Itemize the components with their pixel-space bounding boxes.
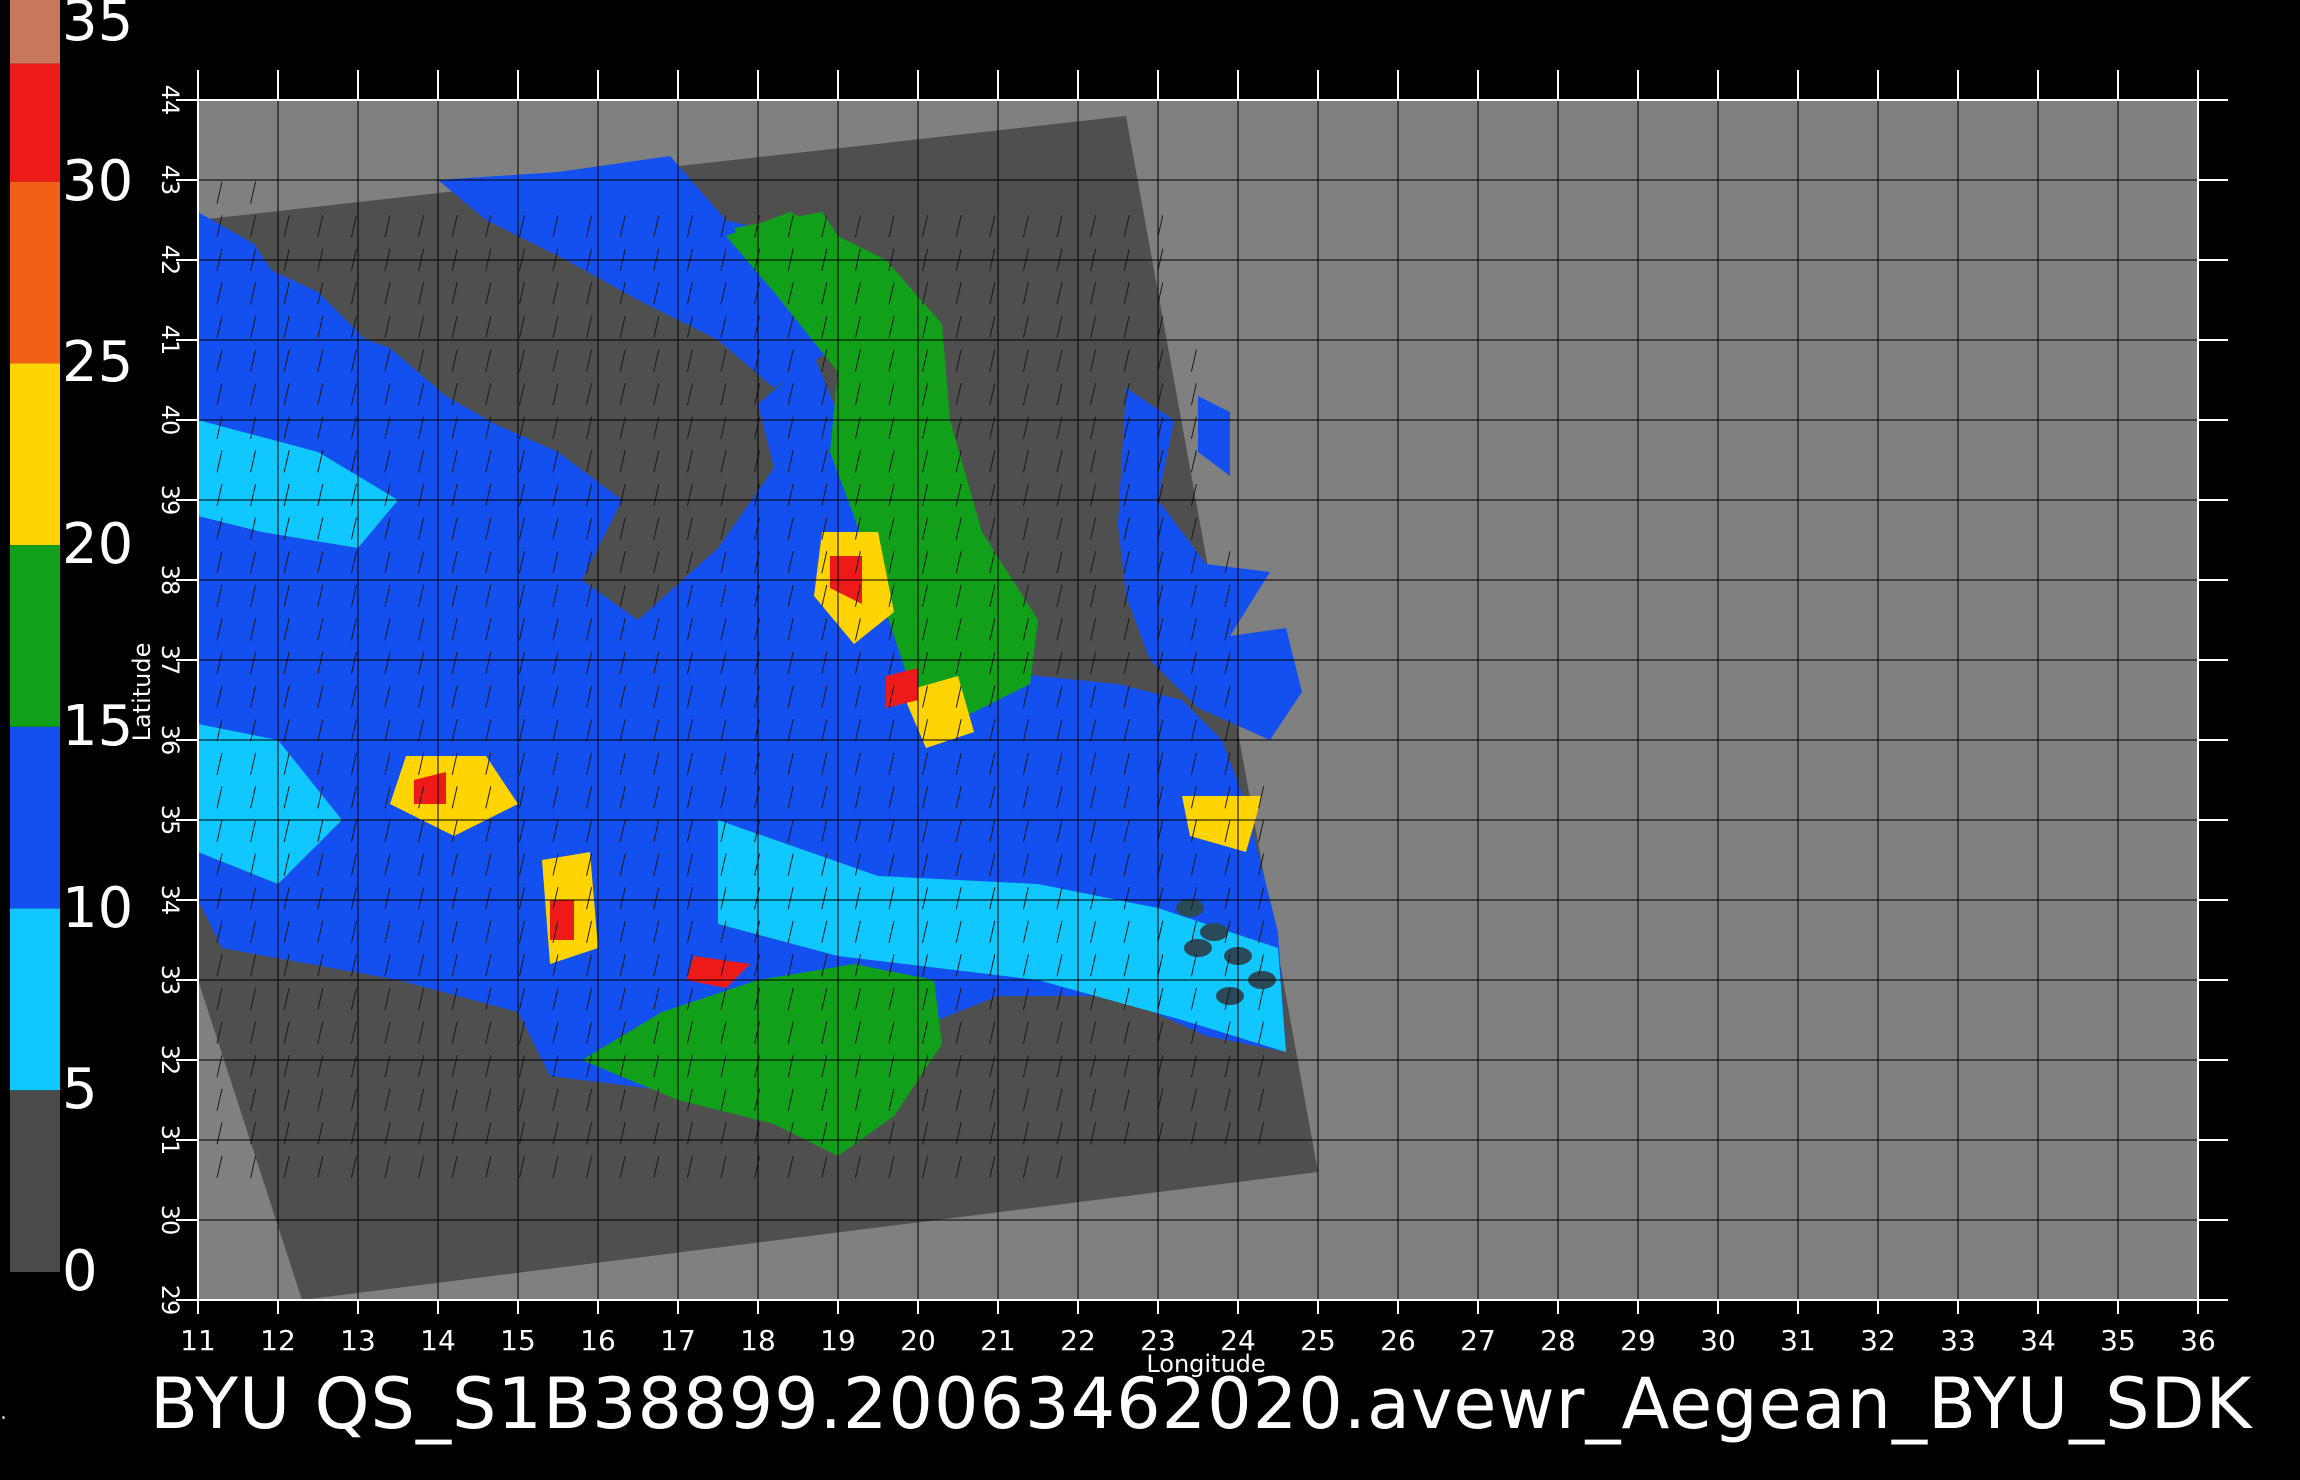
lon-tick-label: 12 [260,1324,296,1357]
lon-tick-label: 19 [820,1324,856,1357]
lat-tick-label: 36 [156,725,184,756]
lat-tick-label: 30 [156,1205,184,1236]
lon-tick-label: 26 [1380,1324,1416,1357]
lon-tick-label: 36 [2180,1324,2216,1357]
lat-tick-label: 32 [156,1045,184,1076]
lat-tick-label: 41 [156,325,184,356]
y-axis-label: Latitude [128,643,156,742]
lon-tick-label: 20 [900,1324,936,1357]
lon-tick-label: 29 [1620,1324,1656,1357]
lon-tick-label: 21 [980,1324,1016,1357]
lon-tick-label: 28 [1540,1324,1576,1357]
lon-tick-label: 35 [2100,1324,2136,1357]
lat-tick-label: 43 [156,165,184,196]
lat-tick-label: 42 [156,245,184,276]
lat-tick-label: 38 [156,565,184,596]
wind-map: 11 12 13 14 15 16 17 18 19 20 21 22 23 24 25 26 27 28 29 30… [128,70,2228,1378]
lat-tick-label: 31 [156,1125,184,1156]
scatterometer-wind-map: 35 30 25 20 15 10 5 0 11 12 13 14 15 16 17 18 19 20 21 22 2… [0,0,2300,1480]
lat-tick-label: 39 [156,485,184,516]
low-wind-speck [1184,939,1212,957]
lon-tick-label: 34 [2020,1324,2056,1357]
lon-tick-label: 32 [1860,1324,1896,1357]
lon-tick-label: 18 [740,1324,776,1357]
lon-tick-label: 11 [180,1324,216,1357]
lat-tick-label: 34 [156,885,184,916]
edge-glyph: . [0,1400,7,1425]
lon-tick-label: 17 [660,1324,696,1357]
lon-tick-label: 31 [1780,1324,1816,1357]
lon-tick-label: 30 [1700,1324,1736,1357]
lon-tick-label: 33 [1940,1324,1976,1357]
lat-tick-label: 29 [156,1285,184,1316]
lon-tick-label: 25 [1300,1324,1336,1357]
lon-tick-label: 14 [420,1324,456,1357]
lon-tick-label: 16 [580,1324,616,1357]
lat-tick-label: 35 [156,805,184,836]
lat-tick-label: 33 [156,965,184,996]
lon-tick-label: 22 [1060,1324,1096,1357]
lat-tick-label: 40 [156,405,184,436]
lon-tick-label: 13 [340,1324,376,1357]
lat-tick-label: 44 [156,85,184,116]
lat-tick-label: 37 [156,645,184,676]
low-wind-speck [1200,923,1228,941]
lon-tick-label: 27 [1460,1324,1496,1357]
lon-tick-label: 15 [500,1324,536,1357]
image-caption: BYU QS_S1B38899.20063462020.avewr_Aegean… [150,1363,2253,1445]
low-wind-speck [1176,899,1204,917]
